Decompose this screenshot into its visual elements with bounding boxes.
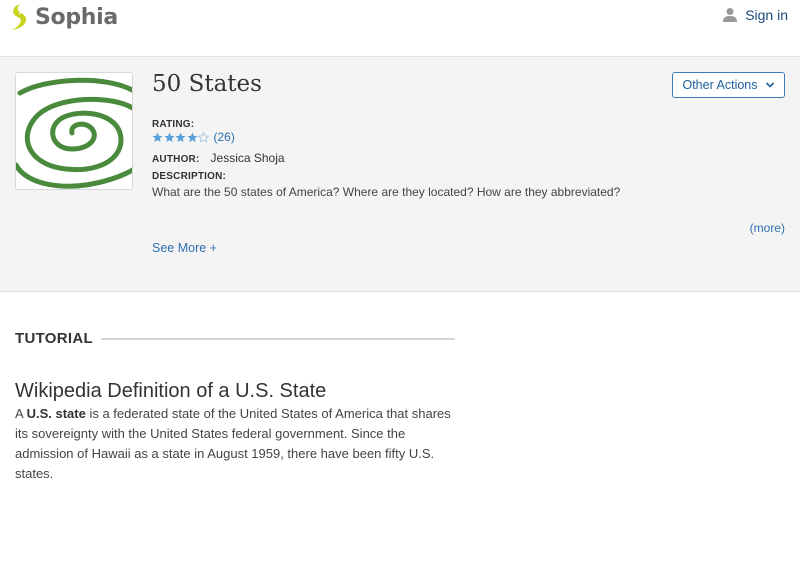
other-actions-label: Other Actions <box>682 78 758 92</box>
star-filled-icon <box>152 132 163 142</box>
star-filled-icon <box>186 132 198 142</box>
rating-widget[interactable]: (26) <box>152 130 235 144</box>
resource-thumbnail <box>15 72 133 190</box>
description-label: DESCRIPTION: <box>152 171 227 182</box>
tutorial-label: TUTORIAL <box>15 330 93 347</box>
sign-in-label: Sign in <box>745 7 788 23</box>
rating-count: (26) <box>213 130 235 144</box>
sign-in-link[interactable]: Sign in <box>723 7 788 23</box>
sophia-logo[interactable]: Sophia <box>10 3 118 31</box>
rating-label: RATING: <box>152 119 195 130</box>
author-row: AUTHOR: Jessica Shoja <box>152 151 285 165</box>
logo-text: Sophia <box>35 4 118 30</box>
article-body-prefix: A <box>15 406 27 421</box>
author-label: AUTHOR: <box>152 154 200 165</box>
other-actions-button[interactable]: Other Actions <box>672 72 785 98</box>
article-body: A U.S. state is a federated state of the… <box>15 404 460 484</box>
star-empty-icon <box>198 131 209 143</box>
author-name: Jessica Shoja <box>210 151 285 165</box>
article-title: Wikipedia Definition of a U.S. State <box>15 380 327 402</box>
star-filled-icon <box>163 132 175 142</box>
article-body-bold: U.S. state <box>26 406 86 421</box>
spiral-image <box>16 73 132 189</box>
resource-title: 50 States <box>152 71 262 97</box>
chevron-down-icon <box>765 82 774 88</box>
rating-stars <box>152 131 210 143</box>
top-navigation-bar: Sophia Sign in <box>0 0 800 57</box>
resource-header: 50 States Other Actions RATING: (26) AUT… <box>0 57 800 292</box>
user-icon <box>723 8 738 22</box>
star-filled-icon <box>175 132 186 142</box>
section-divider <box>100 337 455 340</box>
more-link[interactable]: (more) <box>750 221 785 235</box>
see-more-link[interactable]: See More + <box>152 241 217 255</box>
description-text: What are the 50 states of America? Where… <box>152 185 621 199</box>
sophia-leaf-icon <box>12 4 27 30</box>
tutorial-section-heading: TUTORIAL <box>15 330 455 347</box>
